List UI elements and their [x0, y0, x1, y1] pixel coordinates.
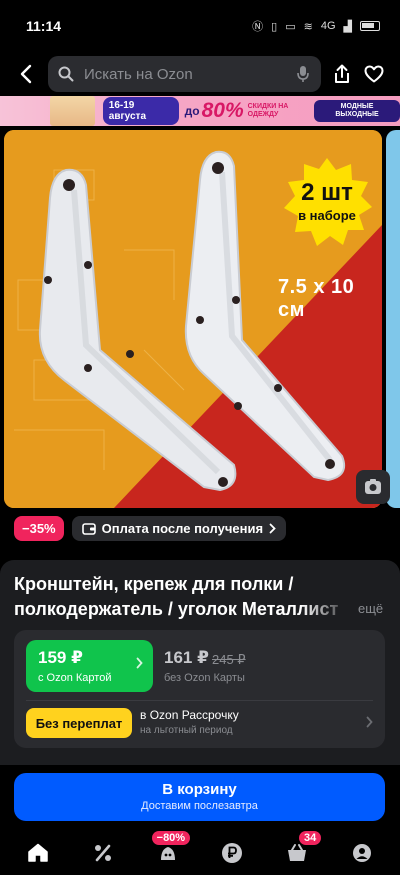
promo-dates: 16-19 августа: [102, 97, 179, 125]
price-block: 159 ₽ с Ozon Картой 161 ₽ 245 ₽ без Ozon…: [14, 630, 385, 748]
status-bar: 11:14 Ⓝ ▯ ▭ ≋ 4G ▟: [0, 0, 400, 52]
product-title: Кронштейн, крепеж для полки / полкодержа…: [14, 572, 352, 622]
promo-model-image: [50, 96, 95, 126]
nav-profile[interactable]: [342, 833, 382, 873]
old-price: 245 ₽: [212, 652, 246, 667]
promo-sale-text: СКИДКИ НА ОДЕЖДУ: [247, 103, 289, 118]
status-icons: Ⓝ ▯ ▭ ≋ 4G ▟: [252, 18, 380, 34]
wallet-icon: [81, 522, 96, 535]
no-overpay-badge[interactable]: Без переплат: [26, 708, 132, 738]
home-icon: [28, 843, 49, 862]
next-image-peek[interactable]: [386, 130, 400, 508]
installment-label[interactable]: в Ozon Рассрочку: [140, 708, 239, 722]
promo-banner[interactable]: 16-19 августа до 80% СКИДКИ НА ОДЕЖДУ МО…: [0, 96, 400, 126]
bottom-nav: −80% 34: [0, 830, 400, 875]
wifi-icon: ≋: [303, 20, 313, 33]
cart-icon: [287, 843, 306, 861]
card-price-label: с Ozon Картой: [38, 672, 112, 684]
product-title-line2: полкодержатель / уголок Металлист: [14, 599, 339, 619]
product-title-line1: Кронштейн, крепеж для полки /: [14, 574, 294, 594]
nav-cart[interactable]: 34: [277, 830, 322, 873]
ozon-card-price-button[interactable]: 159 ₽ с Ozon Картой: [26, 640, 153, 692]
chevron-right-icon[interactable]: [366, 716, 373, 728]
promo-weekend: МОДНЫЕ ВЫХОДНЫЕ: [314, 100, 400, 122]
set-count: 2 шт: [301, 179, 353, 206]
favorite-button[interactable]: [358, 58, 390, 90]
nav-fresh[interactable]: −80%: [148, 830, 191, 873]
microphone-icon[interactable]: [297, 65, 309, 83]
camera-search-icon: [365, 479, 381, 494]
back-button[interactable]: [6, 54, 46, 94]
heart-icon: [364, 65, 384, 83]
share-icon: [335, 64, 349, 83]
nav-promotions[interactable]: [83, 833, 123, 873]
status-time: 11:14: [26, 18, 62, 34]
chevron-left-icon: [20, 64, 32, 84]
discount-badge: −35%: [14, 516, 64, 541]
similar-search-button[interactable]: [356, 470, 390, 504]
product-image[interactable]: 2 шт в наборе 7.5 x 10 см: [4, 130, 382, 508]
pay-after-receipt-chip[interactable]: Оплата после получения: [71, 516, 287, 541]
regular-price-label: без Ozon Карты: [164, 672, 245, 684]
delivery-label: Доставим послезавтра: [141, 800, 258, 812]
vibrate-icon: ▯: [271, 20, 278, 33]
set-count-label: в наборе: [298, 208, 356, 223]
cart-count-badge: 34: [298, 830, 322, 845]
card-price-value: 159 ₽: [38, 648, 83, 667]
signal-icon: ▟: [343, 20, 352, 33]
product-info-card: Кронштейн, крепеж для полки / полкодержа…: [0, 560, 400, 765]
product-chips: −35% Оплата после получения: [14, 516, 287, 541]
installment-note: на льготный период: [140, 725, 233, 736]
nav-home[interactable]: [18, 833, 58, 873]
chevron-right-icon: [136, 657, 143, 669]
nav-finance[interactable]: [212, 833, 252, 873]
percent-icon: [94, 844, 111, 861]
share-button[interactable]: [326, 58, 358, 90]
promo-percent: 80%: [201, 99, 244, 122]
product-dimensions: 7.5 x 10 см: [278, 276, 355, 321]
profile-icon: [352, 843, 371, 862]
search-input[interactable]: Искать на Ozon: [48, 56, 321, 92]
search-placeholder: Искать на Ozon: [84, 65, 193, 83]
nfc-icon: Ⓝ: [252, 21, 264, 33]
search-icon: [58, 66, 74, 82]
pay-after-receipt-label: Оплата после получения: [101, 521, 264, 536]
add-to-cart-button[interactable]: В корзину Доставим послезавтра: [14, 773, 385, 821]
regular-price: 161 ₽: [164, 648, 209, 667]
divider: [26, 700, 373, 701]
chevron-right-icon: [269, 523, 276, 534]
promo-upto: до: [184, 104, 200, 118]
fresh-icon: [160, 846, 175, 860]
volte-icon: ▭: [285, 20, 296, 33]
search-header: Искать на Ozon: [0, 52, 400, 96]
set-count-badge: 2 шт в наборе: [280, 156, 374, 250]
network-type: 4G: [320, 20, 336, 32]
fresh-discount-badge: −80%: [151, 830, 191, 845]
title-more-link[interactable]: ещё: [358, 601, 383, 616]
add-to-cart-label: В корзину: [162, 781, 237, 798]
battery-icon: [360, 21, 380, 31]
ruble-icon: [222, 842, 243, 863]
